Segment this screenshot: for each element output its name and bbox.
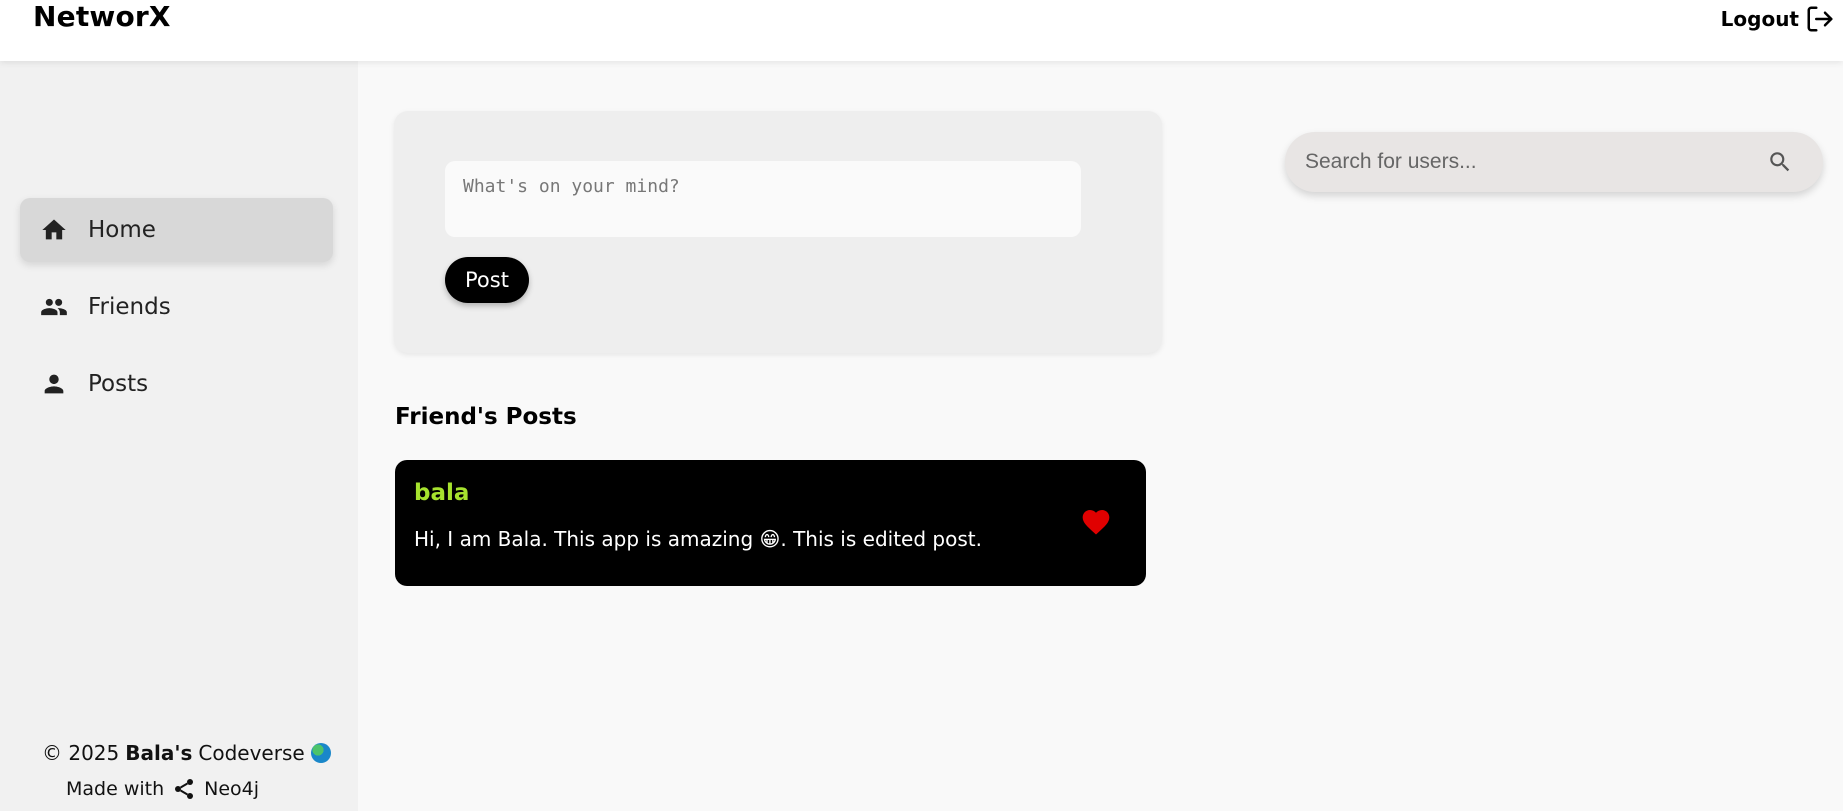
share-icon [175, 779, 194, 799]
copyright-text: © 2025 [42, 741, 120, 765]
logout-label: Logout [1720, 7, 1799, 31]
search-input[interactable] [1305, 132, 1745, 192]
globe-icon [310, 743, 331, 763]
sidebar-item-label: Friends [88, 294, 171, 320]
sidebar-item-posts[interactable]: Posts [20, 352, 333, 416]
logout-button[interactable]: Logout [1721, 4, 1835, 34]
feed-title: Friend's Posts [395, 404, 577, 430]
owner-name: Bala's [125, 741, 193, 765]
user-search [1285, 132, 1823, 192]
people-icon [41, 298, 67, 316]
post-card: bala Hi, I am Bala. This app is amazing … [395, 460, 1146, 586]
post-input[interactable] [445, 161, 1081, 237]
tech-name: Neo4j [204, 778, 260, 800]
footer-made-with: Made with Neo4j [66, 777, 259, 801]
sidebar-item-friends[interactable]: Friends [20, 275, 333, 339]
sidebar: Home Friends Posts © 2025 Bala's Codever… [0, 61, 358, 811]
person-icon [44, 374, 64, 394]
home-icon [42, 219, 66, 240]
made-with-text: Made with [66, 778, 165, 800]
sidebar-item-label: Posts [88, 371, 149, 397]
logout-icon [1807, 6, 1833, 32]
post-composer: Post [394, 111, 1162, 353]
sidebar-item-label: Home [88, 217, 156, 243]
heart-icon[interactable] [1080, 506, 1112, 538]
post-button[interactable]: Post [445, 257, 529, 303]
footer-copyright: © 2025 Bala's Codeverse [42, 741, 331, 765]
post-author[interactable]: bala [414, 480, 469, 506]
brand-logo[interactable]: NetworX [33, 0, 171, 33]
site-name: Codeverse [198, 741, 305, 765]
search-icon[interactable] [1767, 149, 1793, 175]
top-bar: NetworX Logout [0, 0, 1843, 61]
sidebar-item-home[interactable]: Home [20, 198, 333, 262]
post-text: Hi, I am Bala. This app is amazing 😁. Th… [414, 527, 982, 551]
